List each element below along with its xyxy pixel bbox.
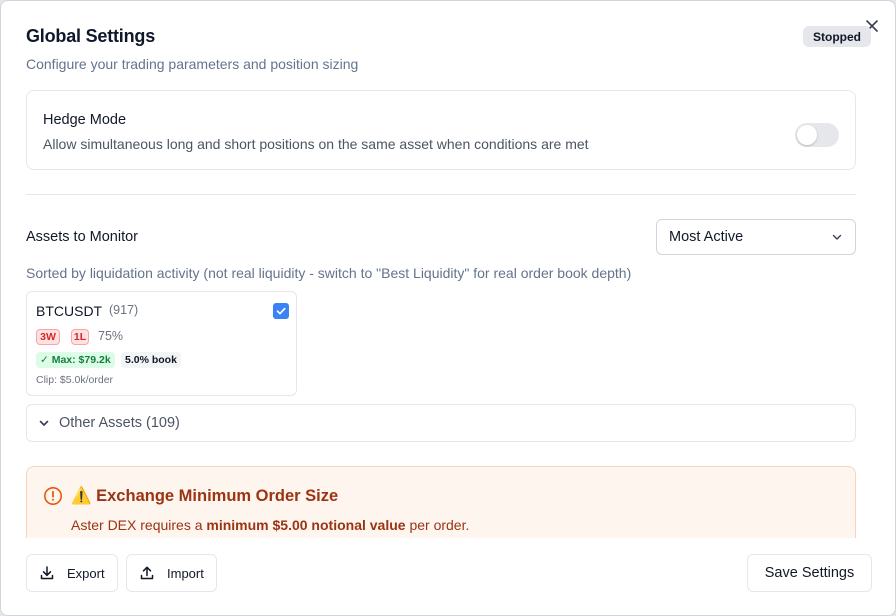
win-rate-value: 75%: [98, 329, 124, 343]
asset-checkbox[interactable]: [273, 303, 289, 319]
download-icon: [40, 566, 54, 580]
asset-sort-value: Most Active: [669, 229, 744, 245]
section-divider: [26, 194, 856, 195]
upload-icon: [140, 566, 154, 580]
hedge-mode-description: Allow simultaneous long and short positi…: [43, 136, 589, 152]
export-button[interactable]: Export: [26, 554, 118, 592]
max-position-badge: ✓ Max: $79.2k: [36, 352, 115, 368]
hedge-mode-toggle[interactable]: [795, 123, 839, 147]
other-assets-label: Other Assets (109): [59, 415, 180, 431]
toggle-knob: [797, 125, 817, 145]
warning-text: Aster DEX requires a minimum $5.00 notio…: [71, 517, 469, 533]
hedge-mode-card: Hedge Mode Allow simultaneous long and s…: [26, 90, 856, 170]
wins-badge: 3W: [36, 329, 60, 345]
sort-note: Sorted by liquidation activity (not real…: [26, 265, 632, 281]
global-settings-dialog: Global Settings Stopped Configure your t…: [0, 0, 896, 616]
asset-symbol: BTCUSDT: [36, 303, 103, 319]
status-badge: Stopped: [803, 26, 871, 47]
dialog-title: Global Settings: [26, 26, 156, 46]
dialog-subtitle: Configure your trading parameters and po…: [26, 56, 359, 72]
clip-size-label: Clip: $5.0k/order: [36, 374, 114, 386]
assets-to-monitor-label: Assets to Monitor: [26, 229, 139, 245]
asset-liquidation-count: (917): [109, 303, 139, 317]
checkmark-icon: [276, 307, 286, 315]
warning-title: ⚠️ Exchange Minimum Order Size: [71, 487, 339, 505]
asset-sort-select[interactable]: Most Active: [656, 219, 856, 255]
chevron-down-icon: [832, 234, 842, 240]
export-label: Export: [67, 565, 105, 581]
book-depth-badge: 5.0% book: [121, 352, 181, 368]
warning-text-emphasis: minimum $5.00 notional value: [206, 517, 406, 533]
warning-text-start: Aster DEX requires a: [71, 517, 207, 533]
import-button[interactable]: Import: [126, 554, 217, 592]
asset-card-btcusdt[interactable]: BTCUSDT (917) 3W 1L 75% ✓ Max: $79.2k 5.…: [26, 291, 297, 396]
other-assets-expander[interactable]: Other Assets (109): [26, 404, 856, 442]
hedge-mode-title: Hedge Mode: [43, 112, 127, 128]
alert-circle-icon: [44, 487, 62, 505]
chevron-down-icon: [39, 420, 49, 426]
save-settings-button[interactable]: Save Settings: [747, 554, 872, 592]
dialog-footer: Export Import Save Settings: [1, 538, 895, 615]
warning-text-end: per order.: [405, 517, 470, 533]
losses-badge: 1L: [71, 329, 89, 345]
import-label: Import: [167, 565, 204, 581]
